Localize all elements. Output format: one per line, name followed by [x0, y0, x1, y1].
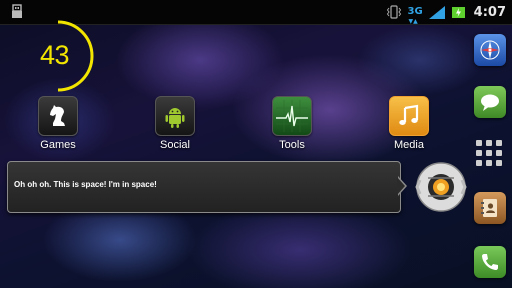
heartbeat-monitor-icon: [272, 96, 312, 136]
android-robot-icon: [155, 96, 195, 136]
battery-charging-icon: [451, 7, 465, 18]
right-dock: [468, 24, 512, 288]
speech-bubble-pointer-inner: [397, 177, 405, 195]
folder-label: Social: [160, 139, 190, 151]
vibrate-icon: [387, 5, 402, 19]
folder-label: Tools: [279, 139, 305, 151]
contacts-book-icon: [481, 199, 497, 217]
phone-icon: [482, 254, 498, 270]
data-activity-icon: ▼▲: [408, 18, 418, 25]
portal-core-icon[interactable]: [414, 160, 468, 214]
usb-icon: [12, 4, 22, 18]
folder-media[interactable]: Media: [369, 96, 449, 151]
folder-social[interactable]: Social: [135, 96, 215, 151]
folder-games[interactable]: Games: [18, 96, 98, 151]
clock-widget-value[interactable]: 43: [40, 40, 70, 71]
folder-tools[interactable]: Tools: [252, 96, 332, 151]
messaging-button[interactable]: [474, 86, 506, 118]
folder-label: Media: [394, 139, 424, 151]
app-drawer-grid-icon[interactable]: [476, 140, 504, 168]
network-type: 3G ▼▲: [407, 6, 423, 26]
speech-bubble-text: Oh oh oh. This is space! I'm in space!: [14, 180, 157, 189]
chat-bubble-icon: [481, 94, 499, 111]
signal-bars-icon: [428, 6, 445, 19]
folder-label: Games: [40, 139, 76, 151]
chess-knight-icon: [38, 96, 78, 136]
contacts-button[interactable]: [474, 192, 506, 224]
browser-button[interactable]: [474, 34, 506, 66]
status-time: 4:07: [473, 4, 506, 20]
music-note-icon: [389, 96, 429, 136]
compass-icon: [480, 40, 500, 60]
speech-bubble: Oh oh oh. This is space! I'm in space!: [7, 161, 401, 213]
phone-button[interactable]: [474, 246, 506, 278]
